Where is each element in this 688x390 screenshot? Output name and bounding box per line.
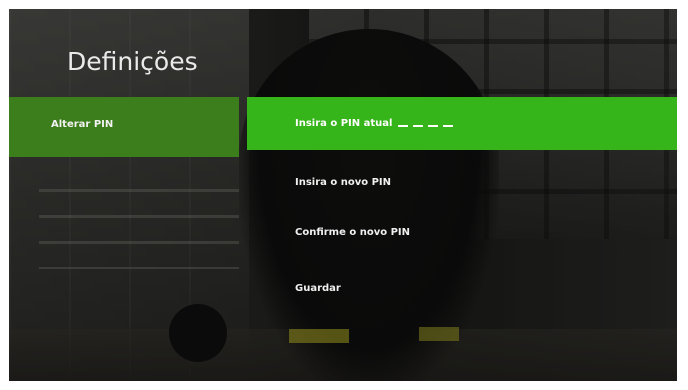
pin-digit-slot — [443, 124, 454, 127]
pin-digit-slot — [428, 124, 439, 127]
current-pin-label: Insira o PIN atual — [295, 118, 393, 129]
background-floor — [9, 329, 677, 381]
pin-entry-placeholder — [398, 124, 454, 127]
pin-digit-slot — [398, 124, 409, 127]
menu-item-label: Alterar PIN — [51, 119, 114, 130]
settings-screen: Definições Alterar PIN Insira o PIN atua… — [9, 9, 677, 381]
confirm-pin-field[interactable]: Confirme o novo PIN — [295, 227, 410, 238]
background-kettlebell — [169, 304, 227, 362]
background-shelf — [39, 189, 239, 269]
new-pin-field[interactable]: Insira o novo PIN — [295, 177, 391, 188]
background-wristband — [289, 329, 349, 343]
save-button[interactable]: Guardar — [295, 283, 341, 294]
background-person — [239, 29, 499, 381]
background-wristband — [419, 327, 459, 341]
pin-digit-slot — [413, 124, 424, 127]
current-pin-field[interactable]: Insira o PIN atual — [247, 97, 677, 150]
menu-item-change-pin[interactable]: Alterar PIN — [9, 97, 239, 157]
page-title: Definições — [67, 47, 198, 76]
